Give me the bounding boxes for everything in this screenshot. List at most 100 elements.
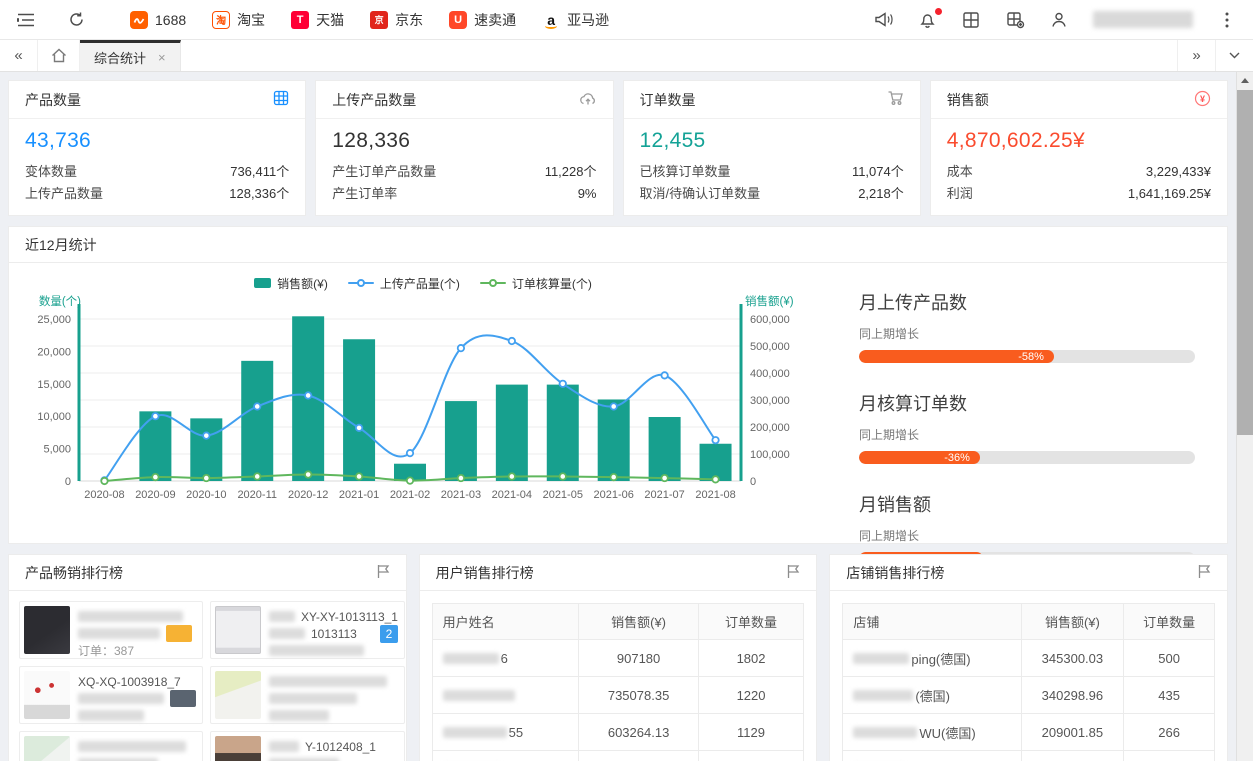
card-row: 上传产品数量128,336个 — [25, 183, 289, 205]
col-orders: 订单数量 — [1124, 604, 1215, 640]
collapse-menu-icon[interactable] — [16, 10, 36, 30]
platform-label: 亚马逊 — [567, 10, 609, 30]
tab-close-icon[interactable]: × — [158, 50, 166, 65]
svg-text:2021-07: 2021-07 — [644, 489, 684, 501]
card-title: 产品数量 — [25, 90, 81, 110]
product-card[interactable]: Y-1012408_1 — [210, 731, 405, 761]
tabs-scroll-left-button[interactable]: « — [0, 40, 38, 71]
platform-label: 天猫 — [316, 10, 344, 30]
tmall-icon: T — [291, 11, 309, 29]
orders-cell: 1394 — [698, 751, 804, 761]
product-id: 1013113 — [311, 627, 357, 641]
refresh-icon[interactable] — [66, 10, 86, 30]
svg-text:100,000: 100,000 — [750, 449, 790, 461]
username-masked[interactable] — [1093, 11, 1193, 28]
orders-cell: 1129 — [698, 714, 804, 751]
svg-text:2021-03: 2021-03 — [441, 489, 481, 501]
user-ranking-panel: 用户销售排行榜 用户姓名 销售额(¥) 订单数量 6 907180 1802 — [419, 554, 818, 761]
svg-text:0: 0 — [750, 476, 756, 488]
svg-text:2020-11: 2020-11 — [237, 489, 277, 501]
svg-text:2021-04: 2021-04 — [492, 489, 532, 501]
legend-line-swatch — [480, 278, 506, 288]
platform-tmall[interactable]: T 天猫 — [291, 10, 344, 30]
product-image — [215, 606, 261, 654]
col-sales: 销售额(¥) — [579, 604, 698, 640]
platform-amazon[interactable]: a 亚马逊 — [542, 10, 609, 30]
product-card[interactable] — [210, 666, 405, 724]
shop-ranking-panel: 店铺销售排行榜 店铺 销售额(¥) 订单数量 ping(德国) 345300.0… — [829, 554, 1228, 761]
product-card[interactable]: XQ-XQ-1003918_7 — [19, 666, 203, 724]
product-card[interactable]: XY-XY-1013113_1 10131132 — [210, 601, 405, 659]
svg-text:数量(个): 数量(个) — [39, 295, 81, 308]
platform-jd[interactable]: 京 京东 — [370, 10, 423, 30]
chart-legend: 销售额(¥) 上传产品量(个) 订单核算量(个) — [17, 271, 829, 295]
svg-text:600,000: 600,000 — [750, 314, 790, 326]
growth-column: 月上传产品数 同上期增长 -58% 月核算订单数 同上期增长 -36% 月销售额… — [829, 271, 1221, 545]
main-content: 产品数量 43,736 变体数量736,411个 上传产品数量128,336个 … — [0, 72, 1236, 761]
svg-text:200,000: 200,000 — [750, 422, 790, 434]
masked-shop: ping(德国) — [911, 649, 970, 668]
table-row: 6 907180 1802 — [432, 640, 804, 677]
growth-bar-track: -36% — [859, 451, 1195, 464]
growth-subtitle: 同上期增长 — [859, 325, 1195, 342]
stat-cards-row: 产品数量 43,736 变体数量736,411个 上传产品数量128,336个 … — [8, 80, 1228, 216]
sales-cell: 340298.96 — [1021, 677, 1124, 714]
svg-text:2021-06: 2021-06 — [594, 489, 634, 501]
flag-icon — [1197, 564, 1211, 582]
tab-comprehensive-stats[interactable]: 综合统计 × — [80, 40, 181, 71]
product-card[interactable]: 订单：387 — [19, 601, 203, 659]
table-row: n(日本) 199265.69 840 — [843, 751, 1215, 761]
home-tab-button[interactable] — [38, 40, 80, 71]
card-row: 成本3,229,433¥ — [947, 161, 1211, 183]
product-image — [24, 736, 70, 761]
orders-cell: 1802 — [698, 640, 804, 677]
vertical-scrollbar[interactable] — [1236, 72, 1253, 761]
announcement-icon[interactable] — [873, 10, 893, 30]
platform-1688[interactable]: 1688 — [130, 11, 186, 29]
tabs-menu-button[interactable] — [1215, 40, 1253, 71]
masked-name: 55 — [509, 725, 523, 740]
grid-windows-icon[interactable] — [961, 10, 981, 30]
scrollbar-thumb[interactable] — [1237, 90, 1253, 435]
card-product-count: 产品数量 43,736 变体数量736,411个 上传产品数量128,336个 — [8, 80, 306, 216]
platform-aliexpress[interactable]: U 速卖通 — [449, 10, 516, 30]
tab-label: 综合统计 — [94, 48, 146, 67]
platform-taobao[interactable]: 淘 淘宝 — [212, 10, 265, 30]
tabbar-spacer — [181, 40, 1177, 71]
user-icon[interactable] — [1049, 10, 1069, 30]
card-row: 产生订单产品数量11,228个 — [332, 161, 596, 183]
tabs-scroll-right-button[interactable]: » — [1177, 40, 1215, 71]
legend-sales[interactable]: 销售额(¥) — [254, 275, 328, 292]
card-sales-amount: 销售额 ¥ 4,870,602.25¥ 成本3,229,433¥ 利润1,641… — [930, 80, 1228, 216]
card-row: 利润1,641,169.25¥ — [947, 183, 1211, 205]
svg-text:500,000: 500,000 — [750, 341, 790, 353]
card-row: 产生订单率9% — [332, 183, 596, 205]
panel-title: 店铺销售排行榜 — [846, 563, 944, 583]
col-sales: 销售额(¥) — [1021, 604, 1124, 640]
notification-badge-dot — [935, 8, 942, 15]
cloud-upload-icon — [579, 91, 597, 109]
svg-text:2020-08: 2020-08 — [84, 489, 124, 501]
card-row: 取消/待确认订单数量2,218个 — [640, 183, 904, 205]
legend-uploaded[interactable]: 上传产品量(个) — [348, 275, 460, 292]
sales-cell: 907180 — [579, 640, 698, 677]
product-sku: XQ-XQ-1003918_7 — [78, 675, 181, 689]
sales-cell: 345300.03 — [1021, 640, 1124, 677]
apps-widget-icon[interactable] — [1005, 10, 1025, 30]
product-sku: Y-1012408_1 — [305, 740, 376, 754]
bottom-row: 产品畅销排行榜 订单：387 XY-XY-1013113_1 10131132 — [8, 554, 1228, 761]
table-header-row: 用户姓名 销售额(¥) 订单数量 — [432, 604, 804, 640]
last-12-months-panel: 近12月统计 销售额(¥) 上传产品量(个) 订单核算量(个) — [8, 226, 1228, 544]
scroll-up-arrow[interactable] — [1237, 72, 1253, 88]
growth-title: 月核算订单数 — [859, 390, 1195, 416]
legend-settled-orders[interactable]: 订单核算量(个) — [480, 275, 592, 292]
orders-cell: 840 — [1124, 751, 1215, 761]
product-image — [24, 606, 70, 654]
more-kebab-icon[interactable] — [1217, 10, 1237, 30]
growth-title: 月销售额 — [859, 491, 1195, 517]
product-card[interactable] — [19, 731, 203, 761]
card-title: 销售额 — [947, 90, 989, 110]
cart-icon — [887, 90, 904, 109]
notifications-bell-icon[interactable] — [917, 10, 937, 30]
flag-icon — [786, 564, 800, 582]
